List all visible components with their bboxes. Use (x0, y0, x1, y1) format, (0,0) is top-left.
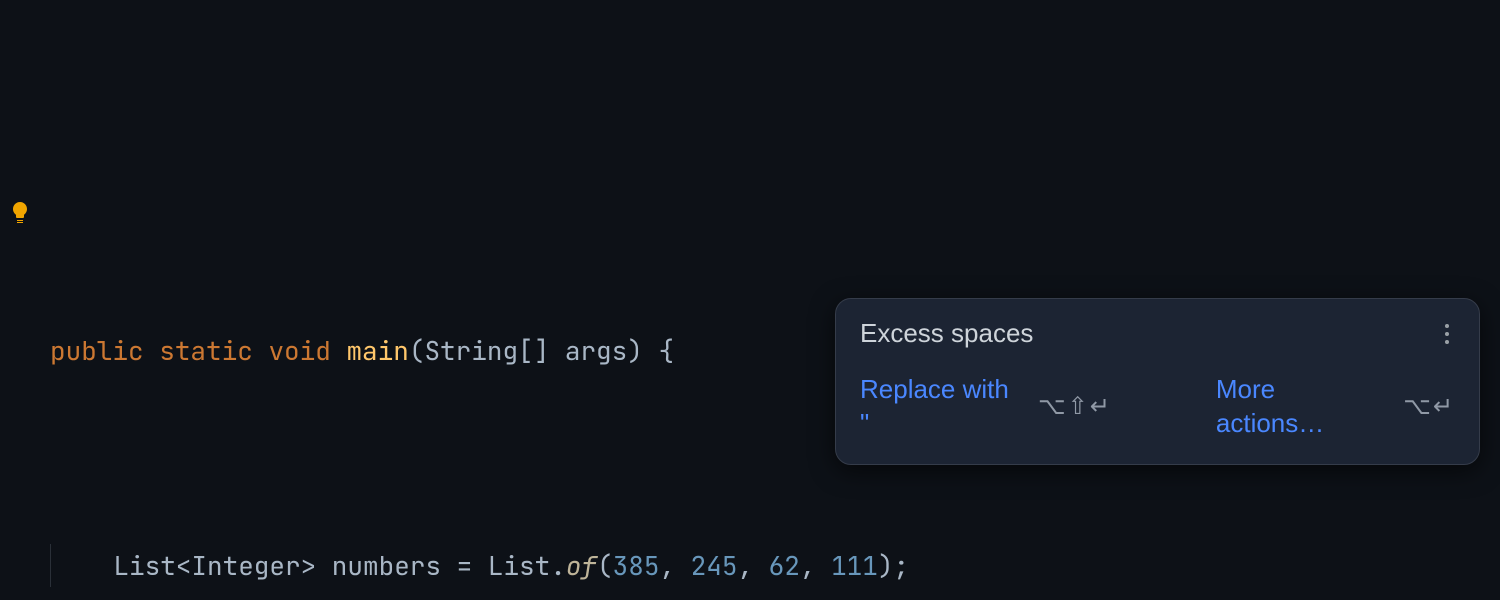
keyword: void (268, 329, 330, 372)
number-literal: 62 (769, 544, 800, 587)
code-text: List<Integer> numbers = List. (113, 544, 565, 587)
number-literal: 111 (831, 544, 878, 587)
lightbulb-icon[interactable] (6, 198, 34, 226)
static-call: of (566, 544, 597, 587)
keyword: static (159, 329, 253, 372)
replace-with-action[interactable]: Replace with " (860, 373, 1022, 441)
shortcut-label: ⌥↵ (1403, 391, 1455, 422)
code-text: (String[] args) { (409, 329, 674, 372)
popup-actions: Replace with " ⌥⇧↵ More actions… ⌥↵ (836, 363, 1479, 459)
popup-header: Excess spaces (836, 299, 1479, 363)
popup-title: Excess spaces (860, 317, 1033, 351)
method-name: main (346, 329, 408, 372)
shortcut-label: ⌥⇧↵ (1038, 391, 1112, 422)
code-line[interactable]: List<Integer> numbers = List.of(385, 245… (0, 544, 1500, 587)
number-literal: 385 (613, 544, 660, 587)
more-actions-button[interactable]: More actions… (1216, 373, 1387, 441)
kebab-menu-icon[interactable] (1439, 318, 1455, 350)
number-literal: 245 (691, 544, 738, 587)
indent-guide (50, 544, 113, 587)
keyword: public (50, 329, 144, 372)
code-editor[interactable]: public static void main(String[] args) {… (0, 0, 1500, 600)
quick-fix-popup: Excess spaces Replace with " ⌥⇧↵ More ac… (835, 298, 1480, 465)
